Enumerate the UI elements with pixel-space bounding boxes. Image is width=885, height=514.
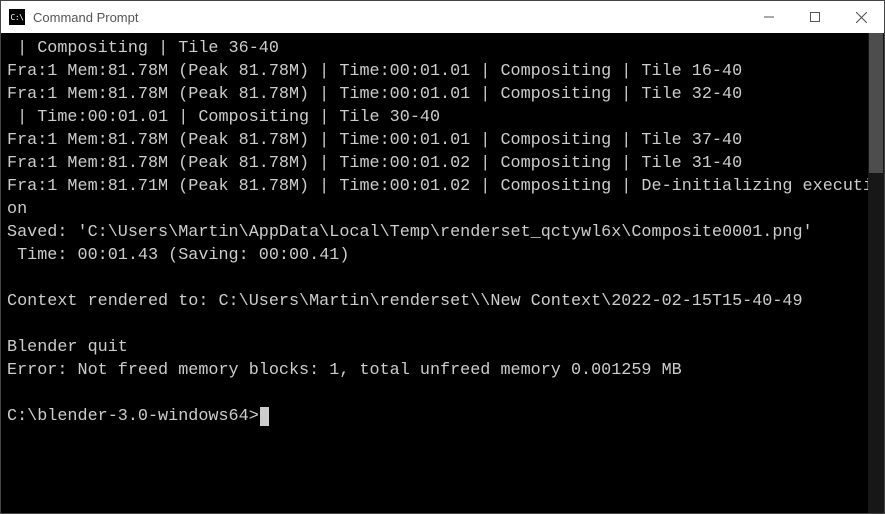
command-prompt-window: C:\ Command Prompt | Compositing | Tile …	[0, 0, 885, 514]
window-title: Command Prompt	[33, 10, 138, 25]
cursor-icon	[260, 407, 269, 426]
terminal-output[interactable]: | Compositing | Tile 36-40 Fra:1 Mem:81.…	[1, 33, 884, 513]
app-icon: C:\	[9, 9, 25, 25]
scroll-thumb[interactable]	[869, 33, 883, 173]
prompt: C:\blender-3.0-windows64>	[7, 407, 259, 426]
titlebar[interactable]: C:\ Command Prompt	[1, 1, 884, 33]
maximize-button[interactable]	[792, 1, 838, 33]
close-button[interactable]	[838, 1, 884, 33]
minimize-button[interactable]	[746, 1, 792, 33]
scrollbar[interactable]	[868, 33, 884, 513]
